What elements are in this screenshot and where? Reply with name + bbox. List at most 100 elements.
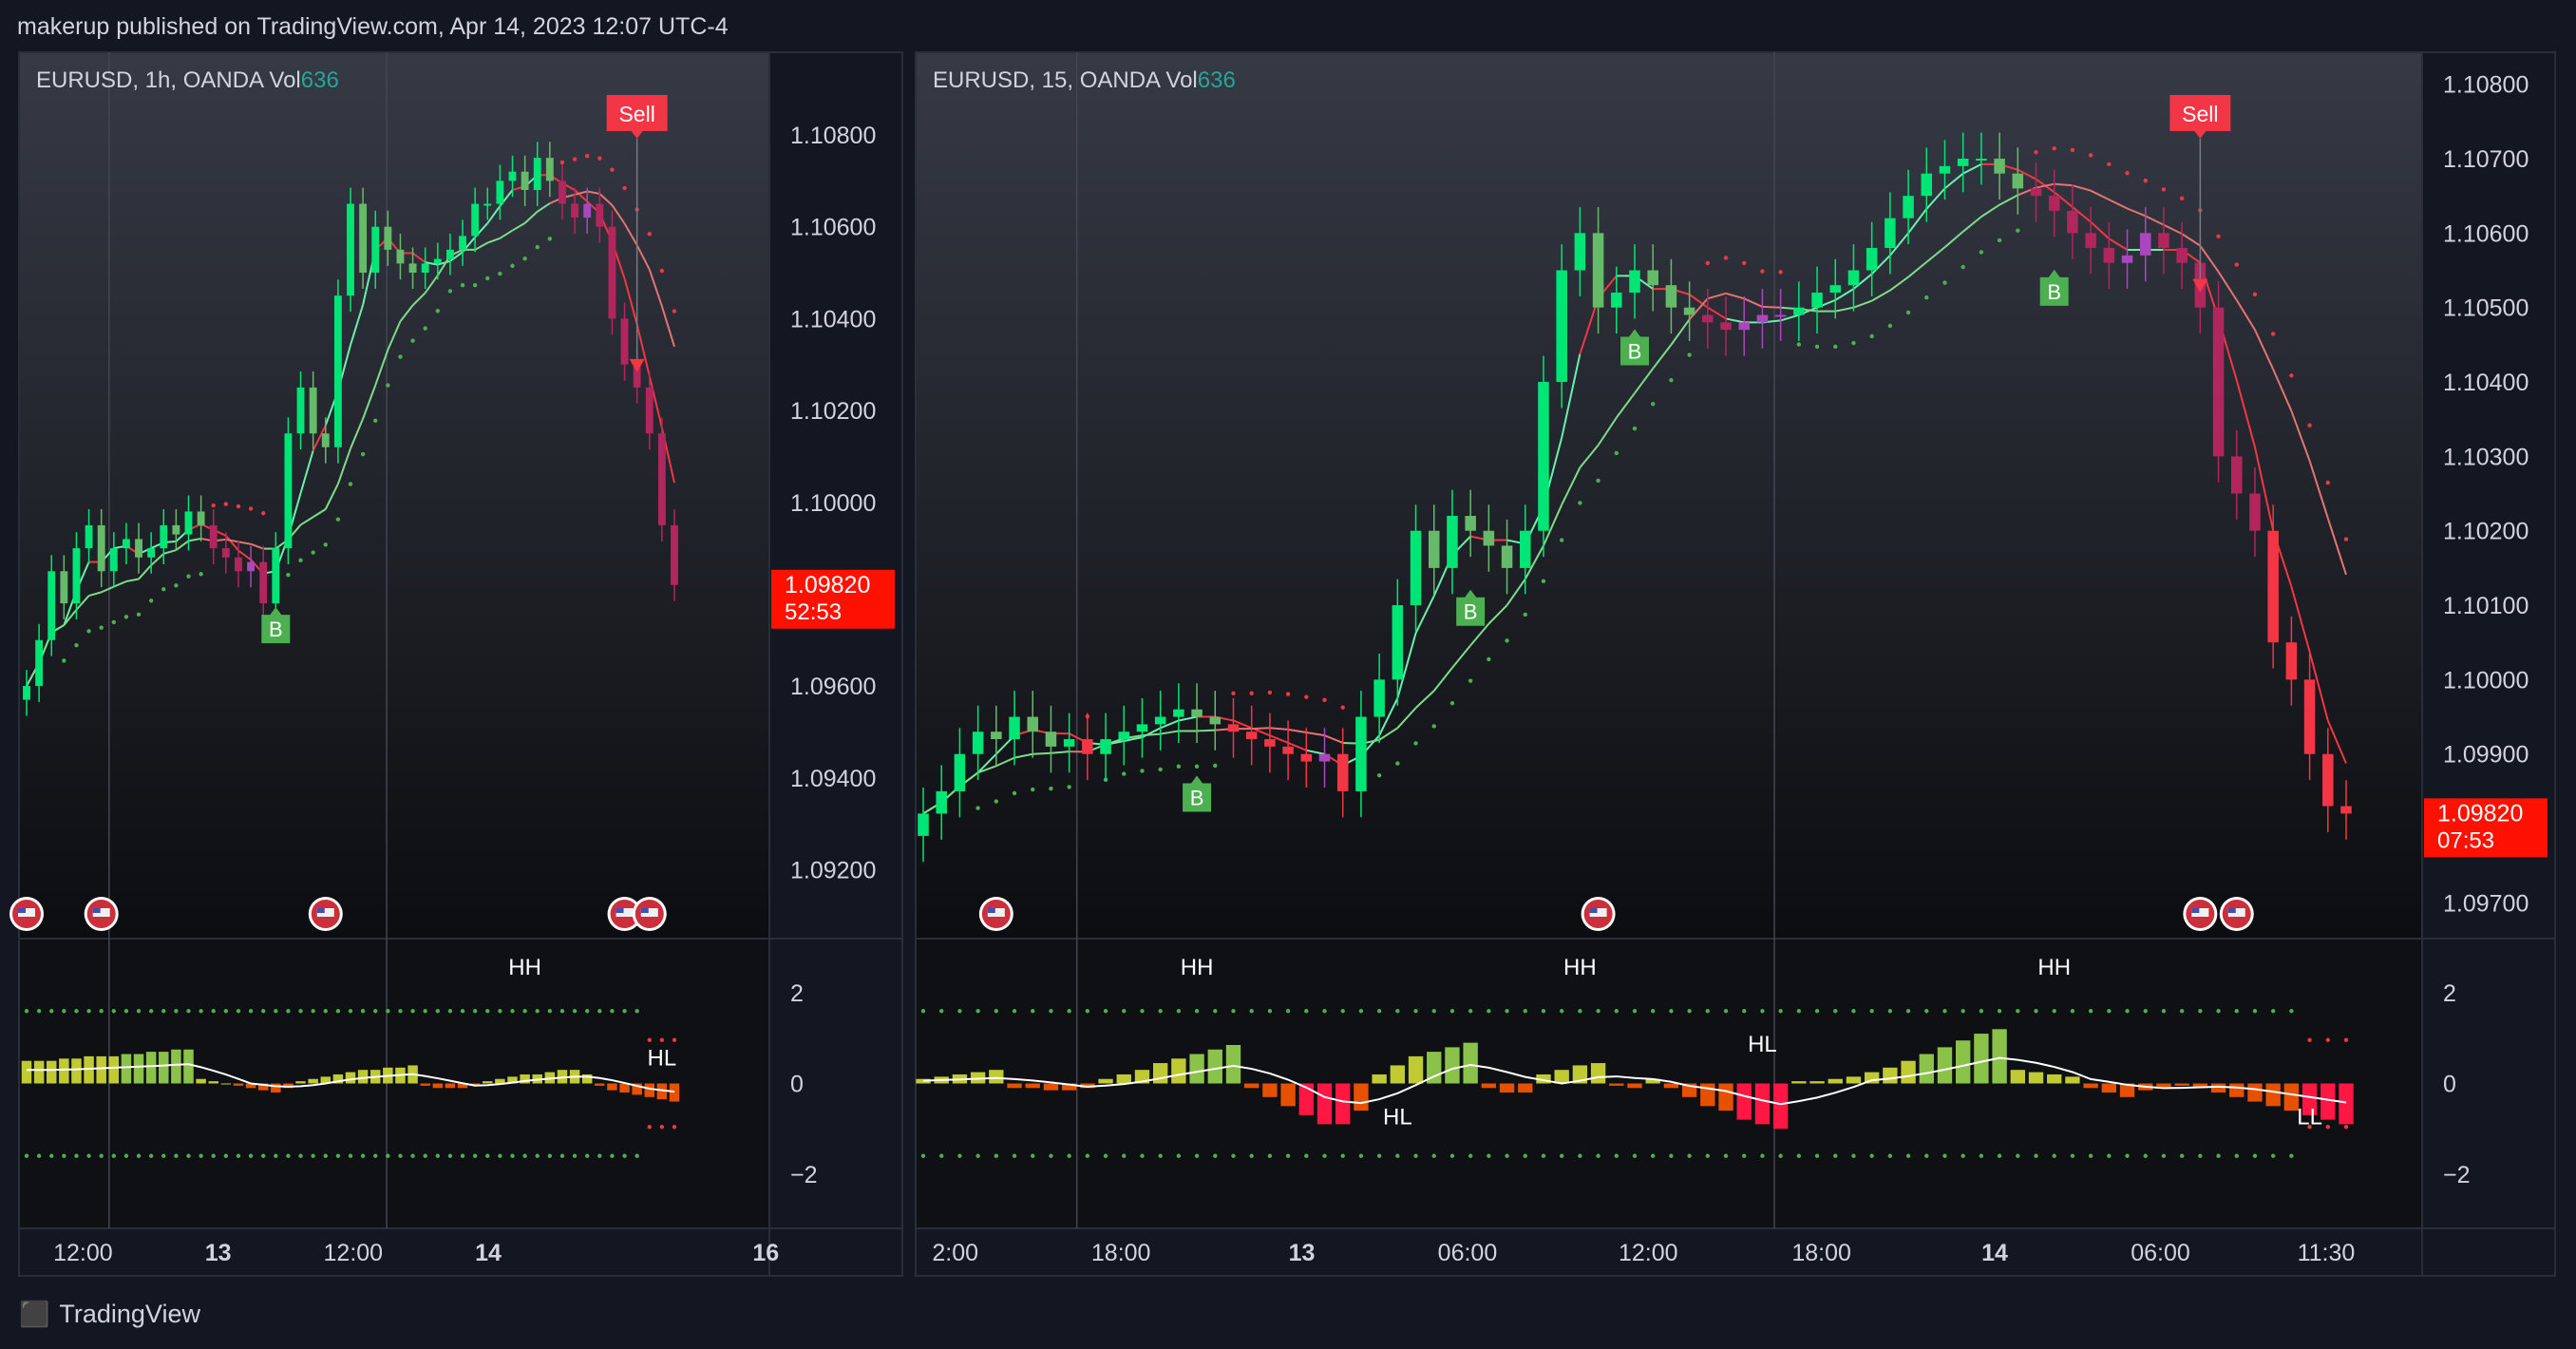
- candle-body: [918, 813, 929, 836]
- osc-band-dot: [410, 1009, 415, 1014]
- us-event-flag-icon[interactable]: [632, 897, 667, 931]
- osc-band-dot: [174, 1153, 179, 1158]
- osc-band-dot: [298, 1153, 303, 1158]
- trailing-stop-dot: [2343, 537, 2349, 542]
- osc-band-dot: [199, 1009, 203, 1014]
- chart-panel-1[interactable]: EURUSD, 1h, OANDA Vol636 1.10800 1.10600 1.…: [9, 51, 903, 1277]
- osc-histogram-bar: [1354, 1083, 1369, 1112]
- candle-body: [221, 548, 230, 558]
- price-tick-label: 1.09400: [790, 766, 876, 792]
- osc-band-dot: [199, 1153, 203, 1158]
- candle-body: [2067, 210, 2078, 234]
- osc-band-dot: [1049, 1153, 1053, 1158]
- osc-band-dot: [535, 1153, 540, 1158]
- candle-body: [545, 158, 554, 181]
- candle-body: [160, 524, 168, 549]
- osc-histogram-bar: [1974, 1034, 1989, 1084]
- candle-body: [72, 548, 81, 604]
- osc-band-dot: [647, 1125, 652, 1130]
- candle-body: [47, 571, 56, 640]
- us-event-flag-icon[interactable]: [1581, 897, 1616, 931]
- osc-band-dot: [2161, 1153, 2167, 1158]
- trailing-stop-dot: [1596, 478, 1601, 484]
- osc-histogram-bar: [1171, 1058, 1186, 1084]
- candle-body: [1774, 314, 1787, 317]
- candle-body: [2322, 753, 2334, 807]
- osc-band-dot: [975, 1153, 980, 1158]
- price-tick-label: 1.10600: [790, 215, 876, 241]
- price-tick-label: 1.10600: [2443, 220, 2529, 247]
- osc-band-dot: [1413, 1153, 1418, 1158]
- osc-band-dot: [1723, 1153, 1729, 1158]
- osc-band-dot: [2016, 1009, 2020, 1014]
- candle-body: [1720, 322, 1732, 331]
- osc-band-dot: [99, 1009, 104, 1014]
- us-event-flag-icon[interactable]: [2183, 897, 2218, 931]
- candle-body: [508, 171, 517, 181]
- osc-band-dot: [572, 1009, 578, 1014]
- candle-body: [147, 548, 156, 558]
- osc-band-dot: [136, 1009, 142, 1014]
- osc-band-dot: [174, 1009, 179, 1014]
- candle-body: [2340, 806, 2352, 814]
- trailing-stop-dot: [1742, 260, 1747, 266]
- osc-histogram-bar: [1754, 1083, 1771, 1125]
- footer-brand-label: TradingView: [59, 1300, 200, 1328]
- candle-body: [371, 226, 380, 274]
- trailing-stop-dot: [161, 587, 166, 592]
- trailing-stop-dot: [510, 263, 515, 269]
- trailing-stop-dot: [174, 583, 179, 588]
- osc-histogram-bar: [96, 1055, 106, 1084]
- footer-brand[interactable]: ⬛ TradingView: [19, 1300, 200, 1329]
- osc-band-dot: [622, 1153, 627, 1158]
- buy-signal-label: B: [1628, 340, 1642, 364]
- osc-histogram-bar: [1244, 1083, 1260, 1089]
- trailing-stop-dot: [1431, 724, 1436, 729]
- osc-band-dot: [223, 1009, 229, 1014]
- candle-body: [1392, 605, 1404, 680]
- trailing-stop-dot: [1213, 763, 1218, 769]
- osc-band-dot: [236, 1153, 241, 1158]
- osc-histogram-bar: [1809, 1081, 1825, 1084]
- osc-band-dot: [1487, 1009, 1491, 1014]
- candle-body: [1756, 314, 1769, 323]
- osc-band-dot: [260, 1009, 266, 1014]
- candle-body: [1885, 218, 1896, 249]
- chart-panel-2[interactable]: EURUSD, 15, OANDA Vol636 1.10800 1.10700 1.…: [915, 51, 2556, 1277]
- trailing-stop-dot: [1376, 772, 1382, 778]
- candle-body: [309, 387, 317, 434]
- osc-histogram-bar: [1919, 1054, 1934, 1084]
- osc-swing-label: HL: [1748, 1032, 1777, 1057]
- us-event-flag-icon[interactable]: [978, 897, 1013, 931]
- osc-band-dot: [1942, 1153, 1947, 1158]
- price-tick-label: 1.10100: [2443, 593, 2529, 619]
- trailing-stop-dot: [435, 309, 441, 314]
- osc-band-dot: [1085, 1009, 1090, 1014]
- candle-body: [1811, 293, 1823, 308]
- osc-band-dot: [386, 1009, 390, 1014]
- candle-body: [1738, 322, 1750, 331]
- us-event-flag-icon[interactable]: [9, 897, 44, 931]
- osc-histogram-bar: [1316, 1083, 1333, 1125]
- osc-band-dot: [1760, 1009, 1765, 1014]
- trailing-stop-dot: [2234, 262, 2239, 267]
- candle-body: [559, 180, 566, 204]
- osc-band-dot: [1960, 1009, 1965, 1014]
- osc-band-dot: [111, 1153, 117, 1158]
- osc-band-dot: [2289, 1153, 2294, 1158]
- osc-histogram-bar: [1390, 1065, 1406, 1084]
- osc-band-dot: [1249, 1009, 1254, 1014]
- trailing-stop-dot: [1960, 264, 1965, 270]
- us-event-flag-icon[interactable]: [84, 897, 119, 931]
- osc-band-dot: [2016, 1153, 2020, 1158]
- trailing-stop-dot: [2070, 147, 2075, 153]
- us-event-flag-icon[interactable]: [2219, 897, 2254, 931]
- charts-canvas[interactable]: EURUSD, 1h, OANDA Vol6361.108001.106001.…: [0, 0, 2576, 1349]
- osc-band-dot: [920, 1153, 926, 1158]
- osc-band-dot: [1413, 1009, 1418, 1014]
- us-event-flag-icon[interactable]: [308, 897, 343, 931]
- price-tick-label: 1.10000: [790, 490, 876, 517]
- osc-band-dot: [1304, 1153, 1309, 1158]
- osc-histogram-bar: [1627, 1083, 1642, 1089]
- trailing-stop-dot: [111, 619, 117, 625]
